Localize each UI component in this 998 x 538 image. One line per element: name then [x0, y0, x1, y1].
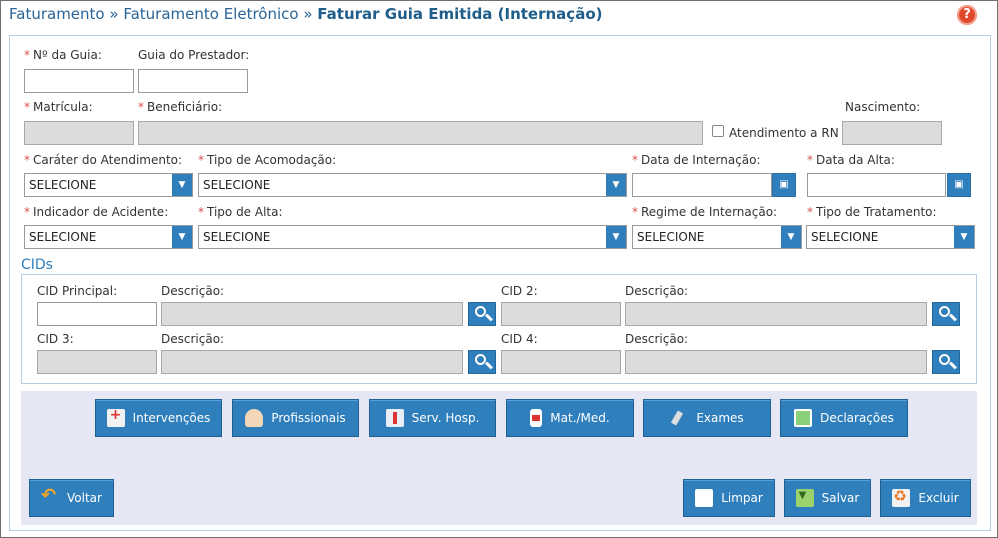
- cid-principal-descricao-input: [161, 302, 463, 326]
- cid2-input: [501, 302, 621, 326]
- tipo-tratamento-label: * Tipo de Tratamento:: [807, 205, 937, 219]
- breadcrumb-faturamento[interactable]: Faturamento: [9, 5, 105, 23]
- page-title: Faturar Guia Emitida (Internação): [317, 5, 603, 23]
- cid4-descricao-input: [625, 350, 927, 374]
- atendimento-rn-label: Atendimento a RN: [729, 126, 839, 140]
- salvar-button[interactable]: Salvar: [784, 479, 871, 517]
- cid3-label: CID 3:: [37, 332, 74, 346]
- medicine-bottle-icon: [530, 409, 543, 427]
- carater-atendimento-label: * Caráter do Atendimento:: [24, 153, 183, 167]
- cid-principal-input[interactable]: [37, 302, 157, 326]
- serv-hosp-button[interactable]: Serv. Hosp.: [369, 399, 496, 437]
- numero-guia-input[interactable]: [24, 69, 134, 93]
- chevron-down-icon: ▼: [781, 226, 801, 248]
- indicador-acidente-select[interactable]: SELECIONE ▼: [24, 225, 193, 249]
- cids-legend: CIDs: [21, 257, 53, 273]
- cid-principal-label: CID Principal:: [37, 284, 118, 298]
- blank-page-icon: [695, 489, 714, 507]
- beneficiario-input: [138, 121, 703, 145]
- excluir-button[interactable]: Excluir: [880, 479, 971, 517]
- tipo-acomodacao-label: * Tipo de Acomodação:: [198, 153, 337, 167]
- cid4-descricao-label: Descrição:: [625, 332, 689, 346]
- chevron-down-icon: ▼: [172, 174, 192, 196]
- nascimento-input: [842, 121, 942, 145]
- declaracoes-button[interactable]: Declarações: [780, 399, 908, 437]
- cid2-descricao-input: [625, 302, 927, 326]
- hospital-icon: [385, 409, 404, 427]
- search-icon[interactable]: [932, 350, 960, 374]
- nascimento-label: Nascimento:: [845, 100, 921, 114]
- cid4-input: [501, 350, 621, 374]
- data-internacao-input[interactable]: [632, 173, 772, 197]
- calendar-icon[interactable]: ▣: [772, 173, 796, 197]
- microscope-icon: [670, 409, 688, 427]
- window-frame: Faturamento » Faturamento Eletrônico » F…: [0, 0, 998, 538]
- matricula-input: [24, 121, 134, 145]
- tipo-alta-label: * Tipo de Alta:: [198, 205, 283, 219]
- doctor-icon: [245, 409, 264, 427]
- search-icon[interactable]: [932, 302, 960, 326]
- voltar-button[interactable]: Voltar: [29, 479, 114, 517]
- cid-principal-descricao-label: Descrição:: [161, 284, 225, 298]
- search-icon[interactable]: [468, 302, 496, 326]
- breadcrumb-faturamento-eletronico[interactable]: Faturamento Eletrônico: [123, 5, 298, 23]
- regime-internacao-label: * Regime de Internação:: [632, 205, 778, 219]
- intervencoes-button[interactable]: Intervenções: [95, 399, 222, 437]
- save-icon: [795, 489, 814, 507]
- guia-prestador-input[interactable]: [138, 69, 248, 93]
- cid3-descricao-label: Descrição:: [161, 332, 225, 346]
- breadcrumb-separator: »: [104, 5, 124, 23]
- data-alta-label: * Data da Alta:: [807, 153, 895, 167]
- clipboard-icon: [794, 409, 813, 427]
- chevron-down-icon: ▼: [954, 226, 974, 248]
- back-arrow-icon: [41, 487, 59, 507]
- chevron-down-icon: ▼: [606, 226, 626, 248]
- regime-internacao-select[interactable]: SELECIONE ▼: [632, 225, 802, 249]
- cid3-descricao-input: [161, 350, 463, 374]
- recycle-icon: [892, 487, 911, 507]
- beneficiario-label: * Beneficiário:: [138, 100, 223, 114]
- chevron-down-icon: ▼: [172, 226, 192, 248]
- carater-atendimento-select[interactable]: SELECIONE ▼: [24, 173, 193, 197]
- mat-med-button[interactable]: Mat./Med.: [506, 399, 634, 437]
- cid4-label: CID 4:: [501, 332, 538, 346]
- data-internacao-label: * Data de Internação:: [632, 153, 761, 167]
- limpar-button[interactable]: Limpar: [683, 479, 775, 517]
- data-alta-input[interactable]: [807, 173, 946, 197]
- tipo-acomodacao-select[interactable]: SELECIONE ▼: [198, 173, 627, 197]
- guia-prestador-label: Guia do Prestador:: [138, 48, 250, 62]
- medical-kit-icon: [106, 407, 125, 427]
- search-icon[interactable]: [468, 350, 496, 374]
- exames-button[interactable]: Exames: [643, 399, 771, 437]
- matricula-label: * Matrícula:: [24, 100, 93, 114]
- cid2-descricao-label: Descrição:: [625, 284, 689, 298]
- cid2-label: CID 2:: [501, 284, 538, 298]
- cid3-input: [37, 350, 157, 374]
- atendimento-rn-checkbox[interactable]: [712, 125, 724, 137]
- tipo-tratamento-select[interactable]: SELECIONE ▼: [806, 225, 975, 249]
- profissionais-button[interactable]: Profissionais: [232, 399, 359, 437]
- indicador-acidente-label: * Indicador de Acidente:: [24, 205, 169, 219]
- chevron-down-icon: ▼: [606, 174, 626, 196]
- help-icon[interactable]: ?: [957, 5, 977, 25]
- breadcrumb-separator: »: [298, 5, 318, 23]
- numero-guia-label: * Nº da Guia:: [24, 48, 102, 62]
- calendar-icon[interactable]: ▣: [947, 173, 971, 197]
- tipo-alta-select[interactable]: SELECIONE ▼: [198, 225, 627, 249]
- breadcrumb: Faturamento » Faturamento Eletrônico » F…: [9, 5, 602, 23]
